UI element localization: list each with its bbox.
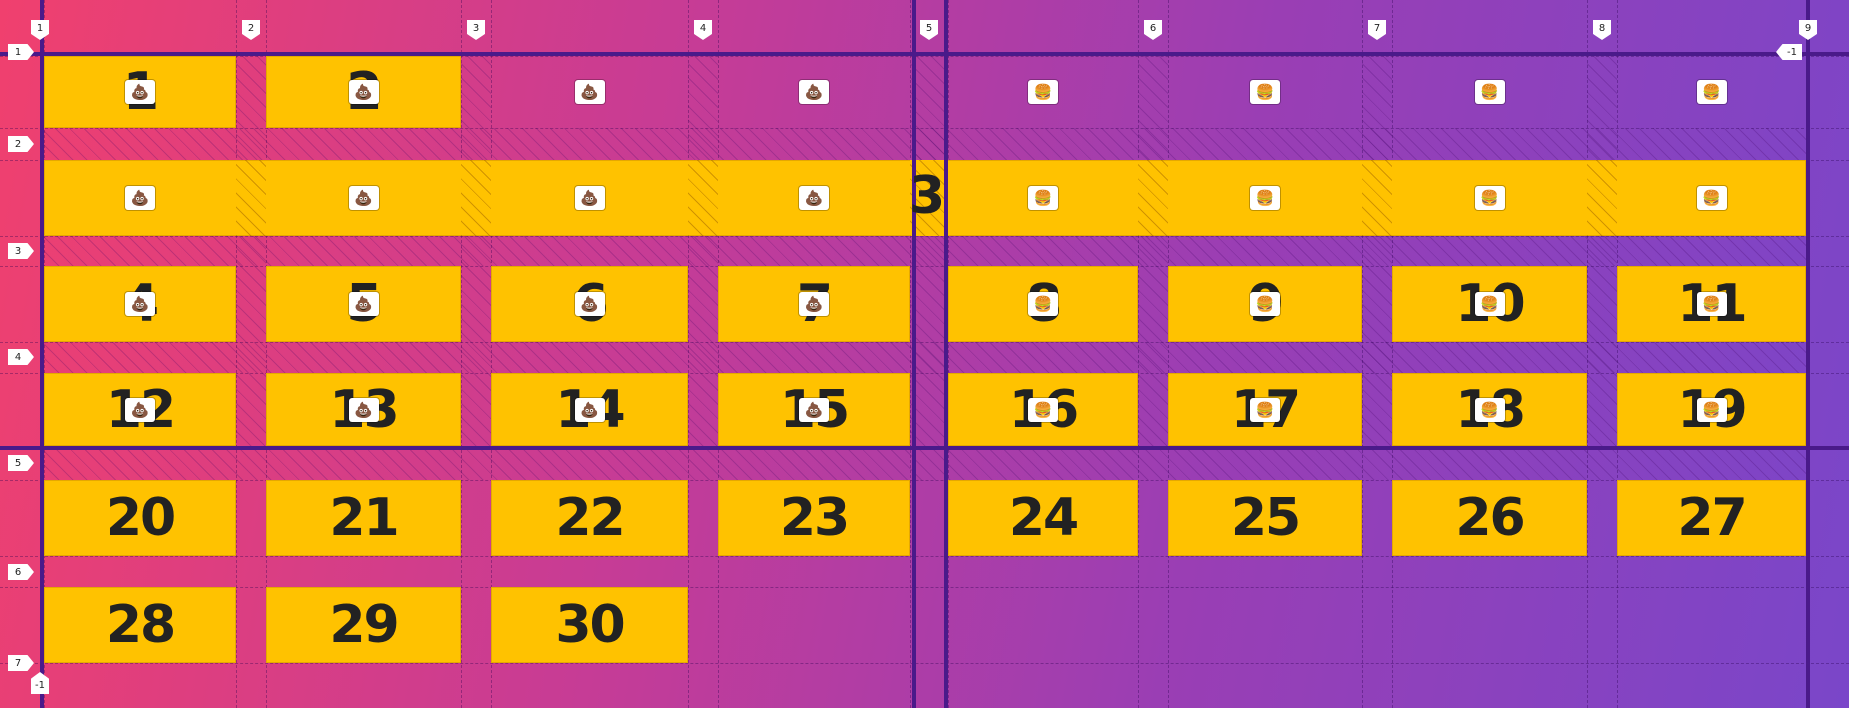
poop-icon: 💩 xyxy=(574,186,605,210)
poop-icon: 💩 xyxy=(125,186,155,210)
burger-icon: 🍔 xyxy=(1028,186,1058,210)
column-line-number: 7 xyxy=(1368,20,1386,40)
poop-icon: 💩 xyxy=(799,397,829,422)
column-line-number: 2 xyxy=(242,20,260,40)
grid-item-number: 22 xyxy=(555,488,625,548)
grid-item-number: 30 xyxy=(555,595,625,655)
poop-icon: 💩 xyxy=(348,186,379,210)
poop-icon: 💩 xyxy=(799,186,829,210)
column-line-number: 3 xyxy=(467,20,485,40)
poop-icon: 💩 xyxy=(125,80,155,104)
row-line-number: 5 xyxy=(8,455,34,471)
burger-icon: 🍔 xyxy=(1474,186,1505,210)
row-line-number-negative: -1 xyxy=(31,672,49,694)
column-line-number: 9 xyxy=(1799,20,1817,40)
column-line-number: 6 xyxy=(1144,20,1162,40)
grid-item-number: 26 xyxy=(1455,488,1525,548)
column-line-number-negative: -1 xyxy=(1776,44,1802,60)
burger-icon: 🍔 xyxy=(1250,80,1280,104)
burger-icon: 🍔 xyxy=(1696,186,1727,210)
row-line-number: 2 xyxy=(8,136,34,152)
poop-icon: 💩 xyxy=(348,292,379,316)
column-line-number: 5 xyxy=(920,20,938,40)
burger-icon: 🍔 xyxy=(1474,292,1505,316)
grid-item-number: 24 xyxy=(1008,488,1079,548)
line-number-flags: 1 2 3 4 5 6 7 8 9 1 2 3 4 5 6 7 -1 -1 xyxy=(0,0,1849,708)
burger-icon: 🍔 xyxy=(1696,397,1727,422)
grid-item-number: 20 xyxy=(105,488,176,548)
poop-icon: 💩 xyxy=(125,397,155,422)
poop-icon: 💩 xyxy=(348,397,379,422)
burger-icon: 🍔 xyxy=(1250,292,1280,316)
spanning-item-label: 3 xyxy=(909,166,946,226)
burger-icon: 🍔 xyxy=(1028,80,1058,104)
burger-icon: 🍔 xyxy=(1250,397,1280,422)
poop-icon: 💩 xyxy=(799,80,829,104)
burger-icon: 🍔 xyxy=(1250,186,1280,210)
poop-icon: 💩 xyxy=(574,80,605,104)
column-line-number: 1 xyxy=(31,20,49,40)
poop-icon: 💩 xyxy=(125,292,155,316)
grid-item-number: 23 xyxy=(779,488,850,548)
burger-icon: 🍔 xyxy=(1028,397,1058,422)
burger-icon: 🍔 xyxy=(1696,80,1727,104)
poop-icon: 💩 xyxy=(574,397,605,422)
poop-icon: 💩 xyxy=(799,292,829,316)
grid-item-number: 28 xyxy=(105,595,176,655)
row-line-number: 3 xyxy=(8,243,34,259)
burger-icon: 🍔 xyxy=(1696,292,1727,316)
burger-icon: 🍔 xyxy=(1028,292,1058,316)
poop-icon: 💩 xyxy=(348,80,379,104)
row-line-number: 1 xyxy=(8,44,34,60)
row-line-number: 7 xyxy=(8,655,34,671)
burger-icon: 🍔 xyxy=(1474,80,1505,104)
poop-icon: 💩 xyxy=(574,292,605,316)
column-line-number: 4 xyxy=(694,20,712,40)
row-line-number: 4 xyxy=(8,349,34,365)
burger-icon: 🍔 xyxy=(1474,397,1505,422)
grid-item-number: 25 xyxy=(1230,488,1301,548)
row-line-number: 6 xyxy=(8,564,34,580)
grid-item-number: 29 xyxy=(329,595,399,655)
grid-item-number: 21 xyxy=(329,488,399,548)
grid-item-number: 27 xyxy=(1677,488,1747,548)
column-line-number: 8 xyxy=(1593,20,1611,40)
